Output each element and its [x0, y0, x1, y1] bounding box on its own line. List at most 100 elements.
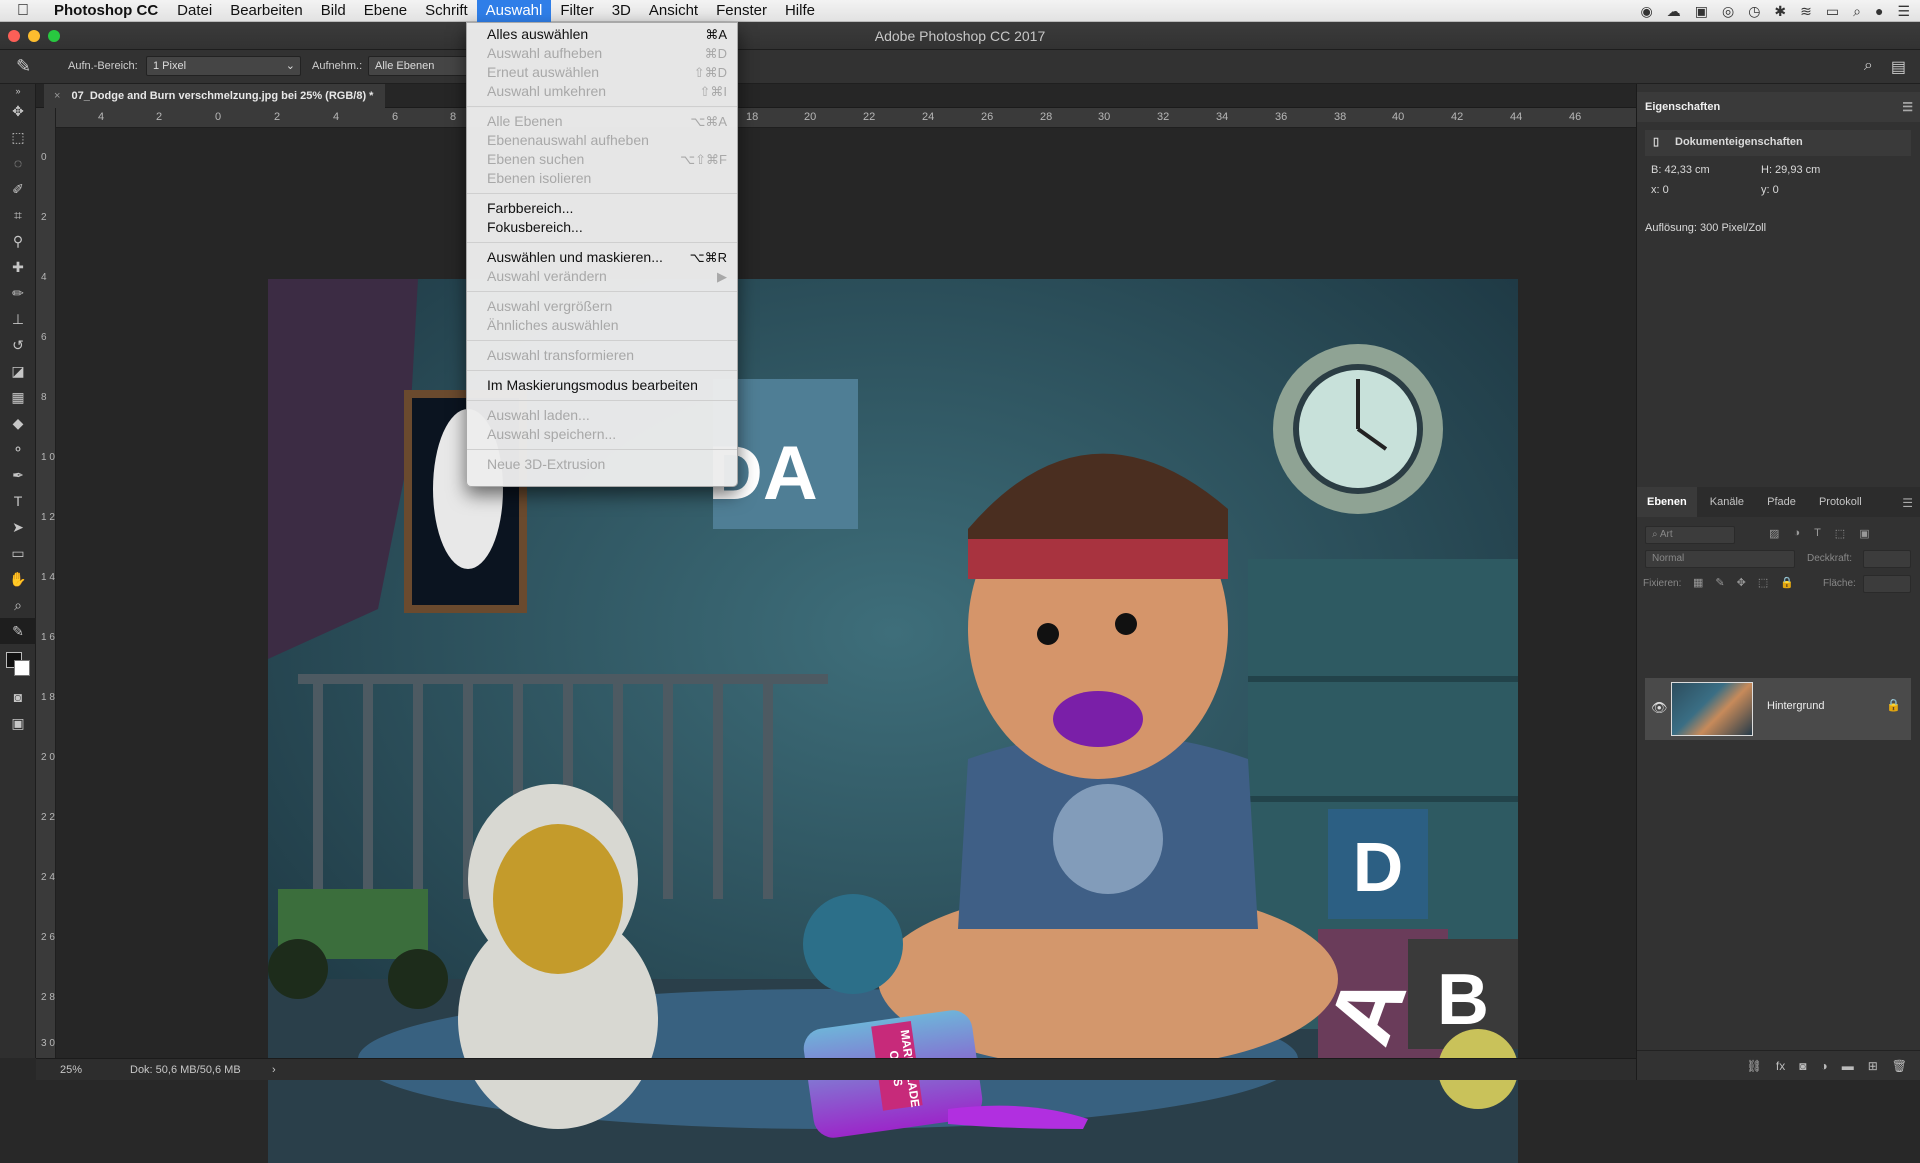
- pen-tool-icon[interactable]: ✒: [0, 462, 36, 488]
- new-layer-icon[interactable]: ⊞: [1868, 1059, 1878, 1073]
- menu-hilfe[interactable]: Hilfe: [776, 0, 824, 22]
- spotlight-icon[interactable]: ⌕: [1853, 3, 1861, 20]
- airplay-icon[interactable]: ▭: [1826, 3, 1839, 20]
- menu-auswahl[interactable]: Auswahl: [476, 0, 552, 22]
- menu-ebene[interactable]: Ebene: [355, 0, 416, 22]
- layer-row[interactable]: 👁 Hintergrund 🔒: [1645, 678, 1911, 740]
- panel-menu-icon[interactable]: ☰: [1902, 92, 1913, 122]
- adjustment-layer-icon[interactable]: ◑: [1820, 1059, 1827, 1073]
- bluetooth-icon[interactable]: ✱: [1774, 3, 1786, 20]
- lock-artboard-icon[interactable]: ⬚: [1758, 576, 1768, 589]
- filter-smartobject-icon[interactable]: ▣: [1859, 527, 1869, 540]
- lock-transparent-icon[interactable]: ▦: [1693, 576, 1703, 589]
- quick-mask-icon[interactable]: ◙: [0, 684, 36, 710]
- menu-schrift[interactable]: Schrift: [416, 0, 477, 22]
- color-swatches[interactable]: [0, 644, 35, 684]
- doc-x[interactable]: x: 0: [1651, 184, 1669, 196]
- lock-icon[interactable]: 🔒: [1886, 698, 1901, 712]
- layers-panel-menu-icon[interactable]: ☰: [1902, 496, 1913, 510]
- document-canvas[interactable]: D A B DA OMAS MARMELADE: [268, 279, 1518, 1163]
- status-menu-arrow[interactable]: ›: [272, 1059, 276, 1081]
- lock-all-icon[interactable]: 🔒: [1780, 576, 1794, 589]
- notification-center-icon[interactable]: ☰: [1897, 3, 1910, 20]
- eyedropper-tool-preset-icon[interactable]: ✎: [16, 56, 31, 77]
- auswahl-menu-item[interactable]: Im Maskierungsmodus bearbeiten: [467, 376, 737, 395]
- layer-filter-input[interactable]: ⌕ Art: [1645, 526, 1735, 544]
- display-icon[interactable]: ▣: [1695, 3, 1708, 20]
- move-tool-icon[interactable]: ✥: [0, 98, 36, 124]
- dodge-tool-icon[interactable]: ⚬: [0, 436, 36, 462]
- menu-bearbeiten[interactable]: Bearbeiten: [221, 0, 312, 22]
- record-icon[interactable]: ◉: [1641, 3, 1653, 20]
- wifi-icon[interactable]: ≋: [1800, 3, 1812, 20]
- eyedropper-tool-icon[interactable]: ⚲: [0, 228, 36, 254]
- horizontal-ruler[interactable]: 4 2 0 2 4 6 8 18 20 22 24 26 28 30 32 34…: [56, 108, 1636, 128]
- canvas-area[interactable]: D A B DA OMAS MARMELADE: [56, 128, 1636, 1163]
- lock-pixels-icon[interactable]: ✎: [1715, 576, 1724, 589]
- apple-icon[interactable]: : [0, 2, 46, 20]
- filter-pixel-icon[interactable]: ▨: [1769, 527, 1779, 540]
- zoom-window-icon[interactable]: [48, 30, 60, 42]
- healing-brush-tool-icon[interactable]: ✚: [0, 254, 36, 280]
- gradient-tool-icon[interactable]: ▦: [0, 384, 36, 410]
- siri-icon[interactable]: ●: [1875, 3, 1883, 19]
- sample-size-select[interactable]: 1 Pixel ⌄: [146, 56, 301, 76]
- time-machine-icon[interactable]: ◷: [1748, 3, 1760, 20]
- auswahl-menu-item[interactable]: Fokusbereich...: [467, 218, 737, 237]
- close-document-icon[interactable]: ×: [54, 90, 60, 102]
- app-menu-photoshop[interactable]: Photoshop CC: [46, 2, 168, 19]
- fill-input[interactable]: [1863, 575, 1911, 593]
- auswahl-menu-item[interactable]: Farbbereich...: [467, 199, 737, 218]
- document-tab[interactable]: × 07_Dodge and Burn verschmelzung.jpg be…: [44, 84, 386, 108]
- close-window-icon[interactable]: [8, 30, 20, 42]
- vertical-ruler[interactable]: 0 2 4 6 8 1 0 1 2 1 4 1 6 1 8 2 0 2 2 2 …: [36, 108, 56, 1058]
- workspace-icon[interactable]: ▤: [1891, 57, 1906, 77]
- auswahl-menu-item[interactable]: Auswählen und maskieren... ⌥⌘R: [467, 248, 737, 267]
- crop-tool-icon[interactable]: ⌗: [0, 202, 36, 228]
- creative-cloud-icon[interactable]: ◎: [1722, 3, 1734, 20]
- screen-mode-icon[interactable]: ▣: [0, 710, 36, 736]
- active-eyedropper-tool-icon[interactable]: ✎: [0, 618, 36, 644]
- doc-y[interactable]: y: 0: [1761, 184, 1779, 196]
- tab-protokoll[interactable]: Protokoll: [1809, 487, 1872, 517]
- filter-adjustment-icon[interactable]: ◑: [1793, 527, 1800, 540]
- menu-filter[interactable]: Filter: [551, 0, 602, 22]
- cloud-icon[interactable]: ☁: [1667, 3, 1681, 20]
- zoom-tool-icon[interactable]: ⌕: [0, 592, 36, 618]
- opacity-input[interactable]: [1863, 550, 1911, 568]
- stamp-tool-icon[interactable]: ⊥: [0, 306, 36, 332]
- sample-select[interactable]: Alle Ebenen: [368, 56, 468, 76]
- layer-style-icon[interactable]: fx: [1776, 1059, 1785, 1073]
- lock-position-icon[interactable]: ✥: [1737, 576, 1746, 589]
- doc-width[interactable]: B: 42,33 cm: [1651, 164, 1710, 176]
- tab-kanaele[interactable]: Kanäle: [1700, 487, 1754, 517]
- blur-tool-icon[interactable]: ◆: [0, 410, 36, 436]
- quick-selection-tool-icon[interactable]: ✐: [0, 176, 36, 202]
- marquee-tool-icon[interactable]: ⬚: [0, 124, 36, 150]
- doc-height[interactable]: H: 29,93 cm: [1761, 164, 1820, 176]
- minimize-window-icon[interactable]: [28, 30, 40, 42]
- menu-datei[interactable]: Datei: [168, 0, 221, 22]
- hand-tool-icon[interactable]: ✋: [0, 566, 36, 592]
- filter-type-icon[interactable]: T: [1814, 527, 1821, 540]
- collapse-toolbar-icon[interactable]: »: [0, 84, 36, 98]
- blend-mode-select[interactable]: Normal: [1645, 550, 1795, 568]
- lasso-tool-icon[interactable]: ◌: [0, 150, 36, 176]
- eraser-tool-icon[interactable]: ◪: [0, 358, 36, 384]
- add-mask-icon[interactable]: ◙: [1799, 1059, 1806, 1073]
- delete-layer-icon[interactable]: 🗑: [1892, 1059, 1907, 1073]
- eye-icon[interactable]: 👁: [1651, 700, 1668, 716]
- new-group-icon[interactable]: ▬: [1842, 1059, 1854, 1073]
- search-icon[interactable]: ⌕: [1864, 57, 1873, 77]
- background-color-swatch[interactable]: [14, 660, 30, 676]
- layer-name[interactable]: Hintergrund: [1767, 700, 1824, 712]
- brush-tool-icon[interactable]: ✏: [0, 280, 36, 306]
- link-layers-icon[interactable]: ⛓: [1747, 1059, 1762, 1073]
- rectangle-tool-icon[interactable]: ▭: [0, 540, 36, 566]
- tab-ebenen[interactable]: Ebenen: [1637, 487, 1697, 517]
- menu-fenster[interactable]: Fenster: [707, 0, 776, 22]
- menu-bild[interactable]: Bild: [312, 0, 355, 22]
- type-tool-icon[interactable]: T: [0, 488, 36, 514]
- menu-ansicht[interactable]: Ansicht: [640, 0, 707, 22]
- zoom-level[interactable]: 25%: [60, 1059, 82, 1081]
